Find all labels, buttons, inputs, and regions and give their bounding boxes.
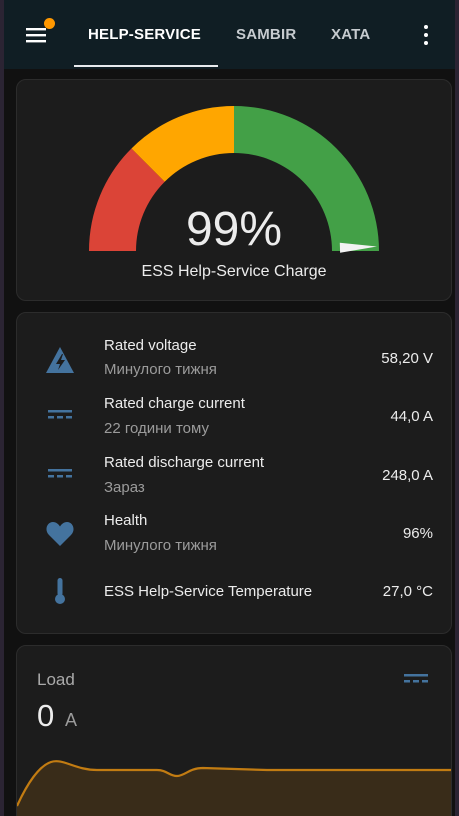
- current-dc-icon: [48, 410, 72, 419]
- charge-gauge-card[interactable]: 99% ESS Help-Service Charge: [16, 79, 452, 301]
- entity-row-rated-discharge-current[interactable]: Rated discharge current Зараз 248,0 A: [17, 451, 451, 501]
- menu-button[interactable]: [22, 18, 58, 54]
- entity-row-rated-voltage[interactable]: Rated voltage Минулого тижня 58,20 V: [17, 333, 451, 383]
- app: HELP-SERVICE SAMBIR XATA 99% ESS Help-Se…: [4, 0, 455, 816]
- active-tab-indicator: [74, 65, 218, 67]
- entities-card: Rated voltage Минулого тижня 58,20 V Rat…: [16, 312, 452, 634]
- sensor-value: 0: [37, 698, 55, 733]
- tab-help-service[interactable]: HELP-SERVICE: [88, 26, 201, 43]
- entity-name: Health: [104, 512, 148, 529]
- entity-name: Rated discharge current: [104, 454, 265, 471]
- entity-name: Rated charge current: [104, 395, 245, 412]
- thermometer-icon: [55, 578, 65, 604]
- entity-value: 96%: [402, 525, 433, 542]
- entity-row-health[interactable]: Health Минулого тижня 96%: [17, 509, 451, 559]
- notification-dot: [44, 18, 55, 29]
- entity-name: Rated voltage: [104, 337, 197, 354]
- sensor-name: Load: [37, 670, 75, 689]
- heart-icon: [46, 522, 74, 546]
- entity-secondary: Минулого тижня: [104, 537, 217, 554]
- flash-triangle-icon: [46, 347, 74, 373]
- current-dc-icon: [48, 469, 72, 478]
- entity-value: 248,0 A: [382, 467, 433, 484]
- tab-xata[interactable]: XATA: [331, 26, 370, 43]
- top-app-bar: HELP-SERVICE SAMBIR XATA: [4, 0, 455, 69]
- gauge-name: ESS Help-Service Charge: [141, 263, 327, 280]
- entity-secondary: 22 години тому: [104, 420, 209, 437]
- entity-row-temperature[interactable]: ESS Help-Service Temperature 27,0 °C: [17, 573, 451, 623]
- current-dc-icon: [404, 674, 428, 683]
- history-graph: [17, 760, 451, 816]
- load-sensor-card[interactable]: Load 0 A: [16, 645, 452, 816]
- entity-value: 44,0 A: [390, 408, 433, 425]
- hamburger-icon: [26, 28, 46, 43]
- entity-secondary: Минулого тижня: [104, 361, 217, 378]
- entity-value: 27,0 °C: [382, 583, 433, 600]
- sensor-unit: A: [65, 710, 78, 730]
- tab-sambir[interactable]: SAMBIR: [236, 26, 296, 43]
- entity-name: ESS Help-Service Temperature: [104, 583, 313, 600]
- entity-secondary: Зараз: [104, 479, 145, 496]
- entity-value: 58,20 V: [381, 350, 433, 367]
- gauge-value: 99%: [185, 203, 283, 256]
- entity-row-rated-charge-current[interactable]: Rated charge current 22 години тому 44,0…: [17, 392, 451, 442]
- more-options-icon[interactable]: [414, 22, 438, 48]
